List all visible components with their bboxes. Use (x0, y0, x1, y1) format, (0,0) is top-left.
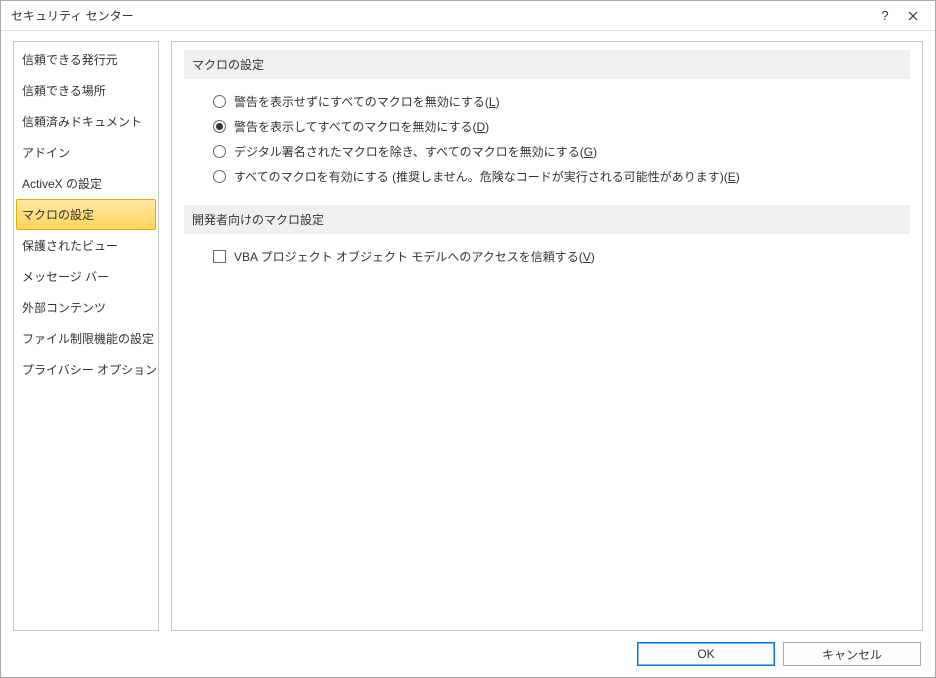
security-center-dialog: セキュリティ センター ? 信頼できる発行元 信頼できる場所 信頼済みドキュメン… (0, 0, 936, 678)
sidebar-item-label: メッセージ バー (22, 270, 109, 284)
sidebar-item-trusted-locations[interactable]: 信頼できる場所 (16, 75, 156, 106)
sidebar-item-label: 保護されたビュー (22, 239, 118, 253)
sidebar: 信頼できる発行元 信頼できる場所 信頼済みドキュメント アドイン ActiveX… (13, 41, 159, 631)
radio-option-enable-all[interactable]: すべてのマクロを有効にする (推奨しません。危険なコードが実行される可能性があり… (212, 164, 910, 189)
section-header-macro: マクロの設定 (184, 50, 910, 79)
sidebar-item-macro-settings[interactable]: マクロの設定 (16, 199, 156, 230)
sidebar-item-file-block-settings[interactable]: ファイル制限機能の設定 (16, 323, 156, 354)
radio-option-disable-no-warning[interactable]: 警告を表示せずにすべてのマクロを無効にする(L) (212, 89, 910, 114)
sidebar-item-protected-view[interactable]: 保護されたビュー (16, 230, 156, 261)
sidebar-item-privacy-options[interactable]: プライバシー オプション (16, 354, 156, 385)
sidebar-item-label: アドイン (22, 146, 70, 160)
sidebar-item-label: 信頼できる発行元 (22, 53, 118, 67)
radio-label: すべてのマクロを有効にする (推奨しません。危険なコードが実行される可能性があり… (234, 168, 740, 185)
checkbox-label: VBA プロジェクト オブジェクト モデルへのアクセスを信頼する(V) (234, 248, 595, 265)
close-icon (908, 11, 918, 21)
ok-button[interactable]: OK (637, 642, 775, 666)
radio-label: 警告を表示せずにすべてのマクロを無効にする(L) (234, 93, 500, 110)
sidebar-item-trusted-publishers[interactable]: 信頼できる発行元 (16, 44, 156, 75)
radio-icon (212, 170, 226, 184)
dialog-body: 信頼できる発行元 信頼できる場所 信頼済みドキュメント アドイン ActiveX… (1, 31, 935, 631)
radio-icon (212, 95, 226, 109)
sidebar-item-label: 信頼済みドキュメント (22, 115, 142, 129)
radio-label: 警告を表示してすべてのマクロを無効にする(D) (234, 118, 489, 135)
sidebar-item-label: 外部コンテンツ (22, 301, 106, 315)
radio-icon (212, 120, 226, 134)
checkbox-icon (212, 250, 226, 264)
sidebar-item-label: 信頼できる場所 (22, 84, 106, 98)
help-button[interactable]: ? (871, 2, 899, 30)
sidebar-item-label: ActiveX の設定 (22, 177, 102, 191)
radio-option-disable-with-warning[interactable]: 警告を表示してすべてのマクロを無効にする(D) (212, 114, 910, 139)
content-pane: マクロの設定 警告を表示せずにすべてのマクロを無効にする(L) 警告を表示してす… (171, 41, 923, 631)
macro-radio-group: 警告を表示せずにすべてのマクロを無効にする(L) 警告を表示してすべてのマクロを… (184, 89, 910, 189)
developer-group: VBA プロジェクト オブジェクト モデルへのアクセスを信頼する(V) (184, 244, 910, 269)
radio-option-disable-except-signed[interactable]: デジタル署名されたマクロを除き、すべてのマクロを無効にする(G) (212, 139, 910, 164)
sidebar-item-label: マクロの設定 (22, 208, 94, 222)
sidebar-item-activex-settings[interactable]: ActiveX の設定 (16, 168, 156, 199)
dialog-footer: OK キャンセル (1, 631, 935, 677)
checkbox-trust-vba-model[interactable]: VBA プロジェクト オブジェクト モデルへのアクセスを信頼する(V) (212, 244, 910, 269)
sidebar-item-addins[interactable]: アドイン (16, 137, 156, 168)
sidebar-item-trusted-documents[interactable]: 信頼済みドキュメント (16, 106, 156, 137)
sidebar-item-message-bar[interactable]: メッセージ バー (16, 261, 156, 292)
cancel-button[interactable]: キャンセル (783, 642, 921, 666)
section-header-developer: 開発者向けのマクロ設定 (184, 205, 910, 234)
sidebar-item-label: ファイル制限機能の設定 (22, 332, 154, 346)
radio-label: デジタル署名されたマクロを除き、すべてのマクロを無効にする(G) (234, 143, 597, 160)
close-button[interactable] (899, 2, 927, 30)
titlebar: セキュリティ センター ? (1, 1, 935, 31)
radio-icon (212, 145, 226, 159)
window-title: セキュリティ センター (11, 7, 871, 24)
sidebar-item-external-content[interactable]: 外部コンテンツ (16, 292, 156, 323)
sidebar-item-label: プライバシー オプション (22, 363, 157, 377)
